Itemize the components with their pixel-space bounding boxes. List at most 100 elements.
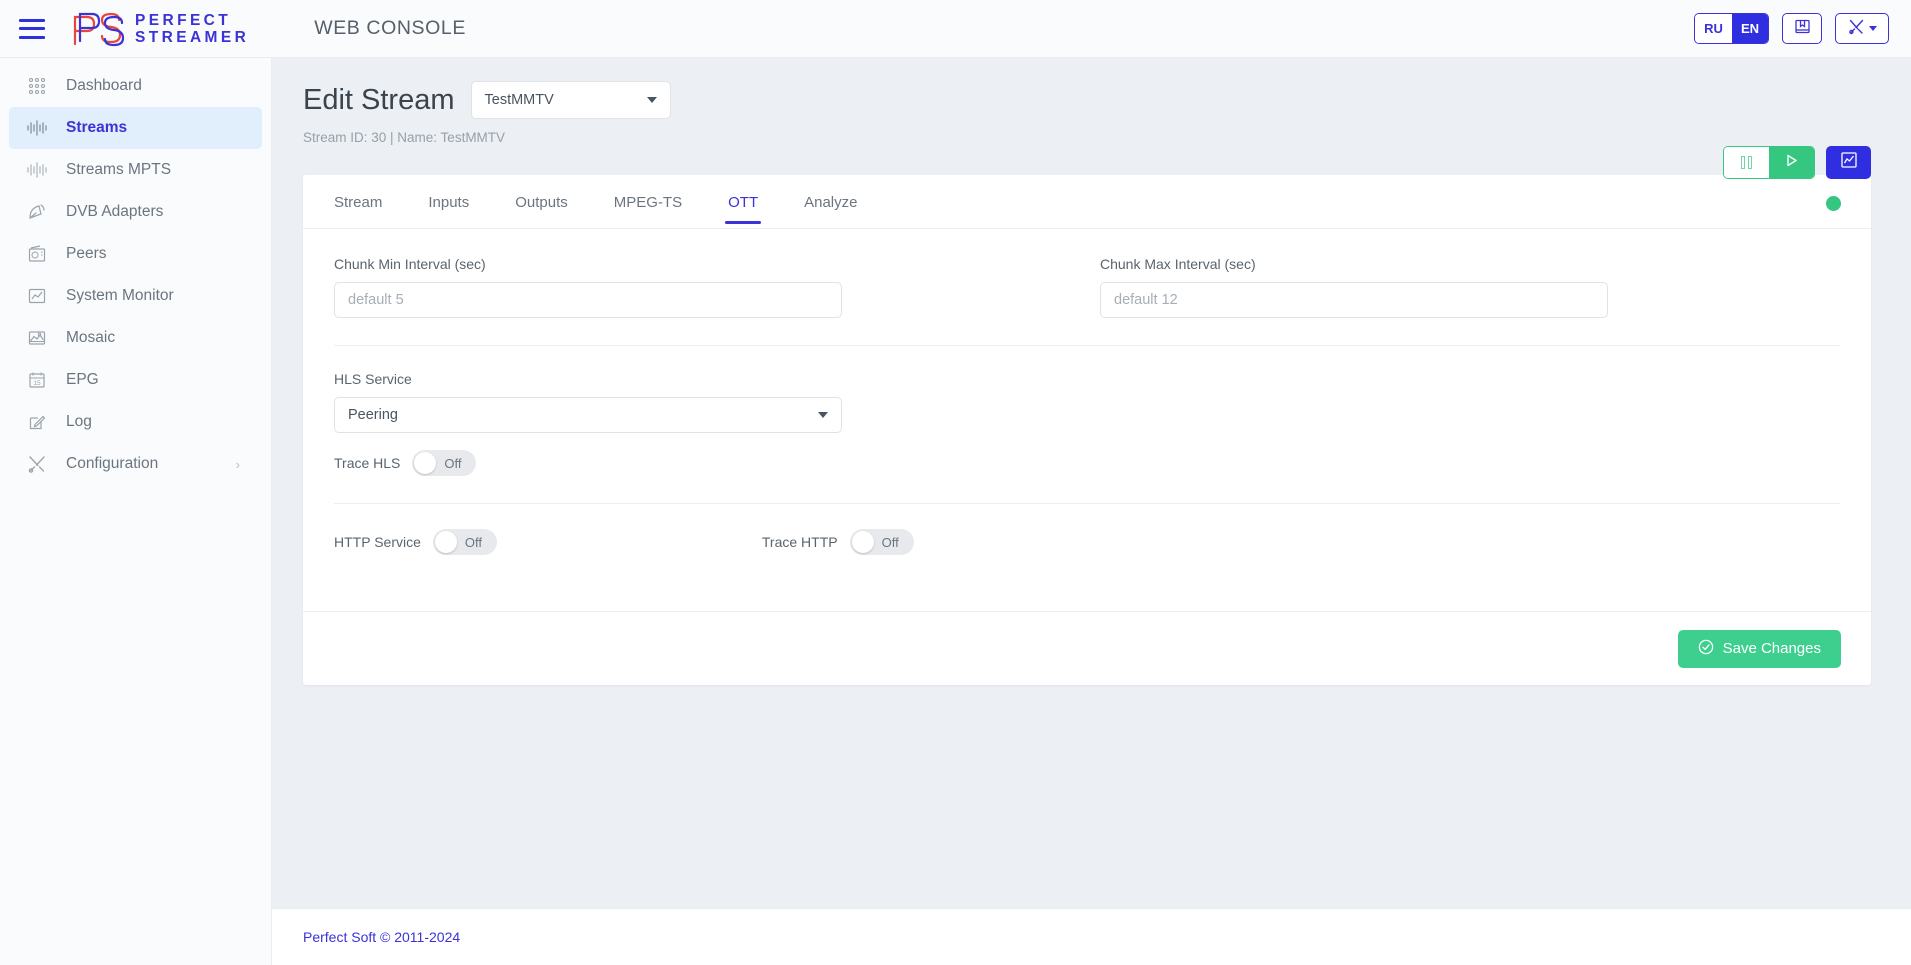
trace-http-toggle[interactable]: Off [850,529,914,555]
tab-mpeg-ts[interactable]: MPEG-TS [614,180,682,224]
logo-line-1: PERFECT [135,12,249,29]
sidebar-item-label: Streams MPTS [66,161,171,179]
chart-analytics-icon [1840,151,1858,174]
tools-icon [26,453,48,475]
sidebar-item-label: Configuration [66,455,158,473]
tab-inputs[interactable]: Inputs [428,180,469,224]
tab-stream[interactable]: Stream [334,180,382,224]
save-changes-button[interactable]: Save Changes [1678,630,1841,668]
sidebar: Dashboard Streams [0,58,272,965]
sidebar-item-dvb-adapters[interactable]: DVB Adapters [9,191,262,233]
top-bar: PERFECT STREAMER WEB CONSOLE RU EN [0,0,1911,58]
footer-copyright-link[interactable]: Perfect Soft © 2011-2024 [303,929,460,945]
chunk-min-input[interactable] [334,282,842,318]
trace-http-label: Trace HTTP [762,534,838,550]
stream-selector-dropdown[interactable]: TestMMTV [471,81,671,119]
language-switcher[interactable]: RU EN [1694,13,1769,44]
pause-stream-button[interactable] [1724,147,1769,178]
sidebar-item-label: Streams [66,119,127,137]
logo-line-2: STREAMER [135,29,249,46]
lang-ru-button[interactable]: RU [1695,14,1732,43]
image-mosaic-icon [26,327,48,349]
pause-icon [1741,156,1752,169]
tools-icon [1848,18,1865,40]
sidebar-item-configuration[interactable]: Configuration › [9,443,262,485]
manual-button[interactable] [1782,13,1822,44]
chunk-min-field: Chunk Min Interval (sec) [334,256,842,318]
spacer [334,555,1840,583]
toggle-knob [435,531,457,553]
grid-dots-icon [26,75,48,97]
line-chart-icon [26,285,48,307]
sidebar-item-peers[interactable]: Peers [9,233,262,275]
chevron-down-icon [647,97,657,103]
stream-settings-card: Stream Inputs Outputs MPEG-TS OTT Analyz… [303,175,1871,685]
hls-service-label: HLS Service [334,371,842,387]
ps-logo-icon [67,9,125,49]
page-title-row: Edit Stream TestMMTV [303,81,1911,119]
chevron-down-icon [1869,26,1877,31]
trace-hls-label: Trace HLS [334,455,400,471]
logo-wordmark: PERFECT STREAMER [135,12,249,46]
status-badge [1826,196,1841,211]
tab-analyze[interactable]: Analyze [804,180,857,224]
stream-info-subtitle: Stream ID: 30 | Name: TestMMTV [303,130,1911,145]
book-manual-icon [1794,18,1811,40]
page-header: Edit Stream TestMMTV Stream ID: 30 | Nam… [272,58,1911,145]
card-footer: Save Changes [303,611,1871,685]
chevron-down-icon [818,412,828,418]
edit-note-icon [26,411,48,433]
sidebar-item-label: Mosaic [66,329,115,347]
chunk-min-label: Chunk Min Interval (sec) [334,256,842,272]
tab-bar: Stream Inputs Outputs MPEG-TS OTT Analyz… [303,175,1871,229]
main-content: Edit Stream TestMMTV Stream ID: 30 | Nam… [272,58,1911,908]
sidebar-item-streams[interactable]: Streams [9,107,262,149]
chunk-max-input[interactable] [1100,282,1608,318]
trace-hls-row: Trace HLS Off [334,450,1840,476]
trace-hls-state: Off [444,456,461,471]
play-stream-button[interactable] [1769,147,1814,178]
save-changes-label: Save Changes [1723,640,1821,657]
sidebar-item-mosaic[interactable]: Mosaic [9,317,262,359]
divider [334,503,1840,504]
hls-section: HLS Service Peering Trace HLS Off [334,371,1840,476]
sidebar-item-label: Log [66,413,92,431]
trace-hls-toggle[interactable]: Off [412,450,476,476]
sidebar-item-label: Peers [66,245,107,263]
chunk-max-field: Chunk Max Interval (sec) [1100,256,1608,318]
sidebar-item-system-monitor[interactable]: System Monitor [9,275,262,317]
calendar-15-icon: 15 [26,369,48,391]
hamburger-menu-icon[interactable] [19,19,45,39]
hls-service-field: HLS Service Peering [334,371,842,433]
http-service-toggle[interactable]: Off [433,529,497,555]
sidebar-item-label: EPG [66,371,99,389]
toggle-knob [414,452,436,474]
divider [334,345,1840,346]
lang-en-button[interactable]: EN [1732,14,1768,43]
trace-http-row: Trace HTTP Off [762,529,914,555]
sidebar-item-dashboard[interactable]: Dashboard [9,65,262,107]
sidebar-item-label: DVB Adapters [66,203,163,221]
toggle-knob [852,531,874,553]
sidebar-item-label: Dashboard [66,77,142,95]
http-service-label: HTTP Service [334,534,421,550]
sidebar-item-streams-mpts[interactable]: Streams MPTS [9,149,262,191]
hls-service-select[interactable]: Peering [334,397,842,433]
sidebar-item-epg[interactable]: 15 EPG [9,359,262,401]
app-logo[interactable]: PERFECT STREAMER [67,9,249,49]
tools-menu-button[interactable] [1835,13,1889,44]
sidebar-item-label: System Monitor [66,287,174,305]
http-service-row: HTTP Service Off [334,529,497,555]
page-footer: Perfect Soft © 2011-2024 [272,908,1911,965]
waveform-icon [26,117,48,139]
play-icon [1784,153,1799,173]
topbar-actions: RU EN [1694,13,1889,44]
page-title: Edit Stream [303,84,455,117]
hls-service-value: Peering [348,407,398,423]
tab-outputs[interactable]: Outputs [515,180,568,224]
ott-settings-form: Chunk Min Interval (sec) Chunk Max Inter… [303,229,1871,583]
tab-ott[interactable]: OTT [728,180,758,224]
peers-device-icon [26,243,48,265]
sidebar-item-log[interactable]: Log [9,401,262,443]
stream-selector-value: TestMMTV [485,92,554,108]
